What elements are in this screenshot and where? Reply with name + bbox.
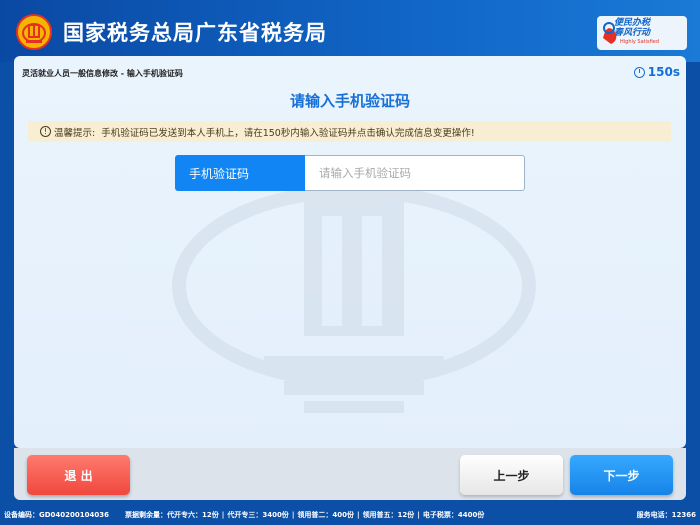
countdown-timer: 150s [634, 65, 680, 79]
main-panel: 灵活就业人员一般信息修改 - 输入手机验证码 150s 请输入手机验证码 ! 温… [14, 56, 686, 448]
previous-step-button[interactable]: 上一步 [460, 455, 563, 495]
verification-code-input[interactable] [305, 155, 525, 191]
service-hotline: 服务电话：12366 [637, 510, 696, 520]
org-title: 国家税务总局广东省税务局 [63, 17, 327, 47]
tax-emblem-icon [16, 14, 52, 50]
ticket-item: 领用普二：400份 [297, 511, 354, 519]
ticket-stock-label: 票据剩余量： [125, 511, 167, 519]
ticket-item: 电子税票：4400份 [423, 511, 484, 519]
breadcrumb: 灵活就业人员一般信息修改 - 输入手机验证码 [22, 68, 183, 79]
clock-icon [634, 67, 645, 78]
countdown-value: 150s [648, 65, 680, 79]
page-title: 请输入手机验证码 [14, 90, 686, 111]
notice-text: 手机验证码已发送到本人手机上，请在150秒内输入验证码并点击确认完成信息变更操作… [101, 125, 474, 139]
ticket-item: 代开专三：3400份 [227, 511, 288, 519]
device-code: 设备编码：GD040200104036 [4, 510, 109, 520]
ticket-stock: 票据剩余量：代开专六：12份|代开专三：3400份|领用普二：400份|领用普五… [125, 510, 637, 520]
notice-banner: ! 温馨提示: 手机验证码已发送到本人手机上，请在150秒内输入验证码并点击确认… [28, 121, 671, 142]
slogan-sub: Highly Satisfied [620, 39, 659, 45]
ticket-item: 领用普五：12份 [363, 511, 415, 519]
exit-button[interactable]: 退 出 [27, 455, 130, 495]
top-header: 国家税务总局广东省税务局 便民办税 春风行动 Highly Satisfied [0, 0, 700, 62]
info-icon: ! [40, 126, 51, 137]
watermark-emblem-icon [144, 176, 564, 436]
slogan-text: 便民办税 春风行动 [614, 18, 650, 38]
status-bar: 设备编码：GD040200104036 票据剩余量：代开专六：12份|代开专三：… [0, 505, 700, 525]
slogan-line-2: 春风行动 [614, 28, 650, 38]
verification-code-row: 手机验证码 [175, 155, 525, 191]
verification-code-label: 手机验证码 [175, 155, 305, 191]
slogan-line-1: 便民办税 [614, 18, 650, 28]
next-step-button[interactable]: 下一步 [570, 455, 673, 495]
notice-label: 温馨提示: [54, 125, 95, 139]
ticket-item: 代开专六：12份 [167, 511, 219, 519]
